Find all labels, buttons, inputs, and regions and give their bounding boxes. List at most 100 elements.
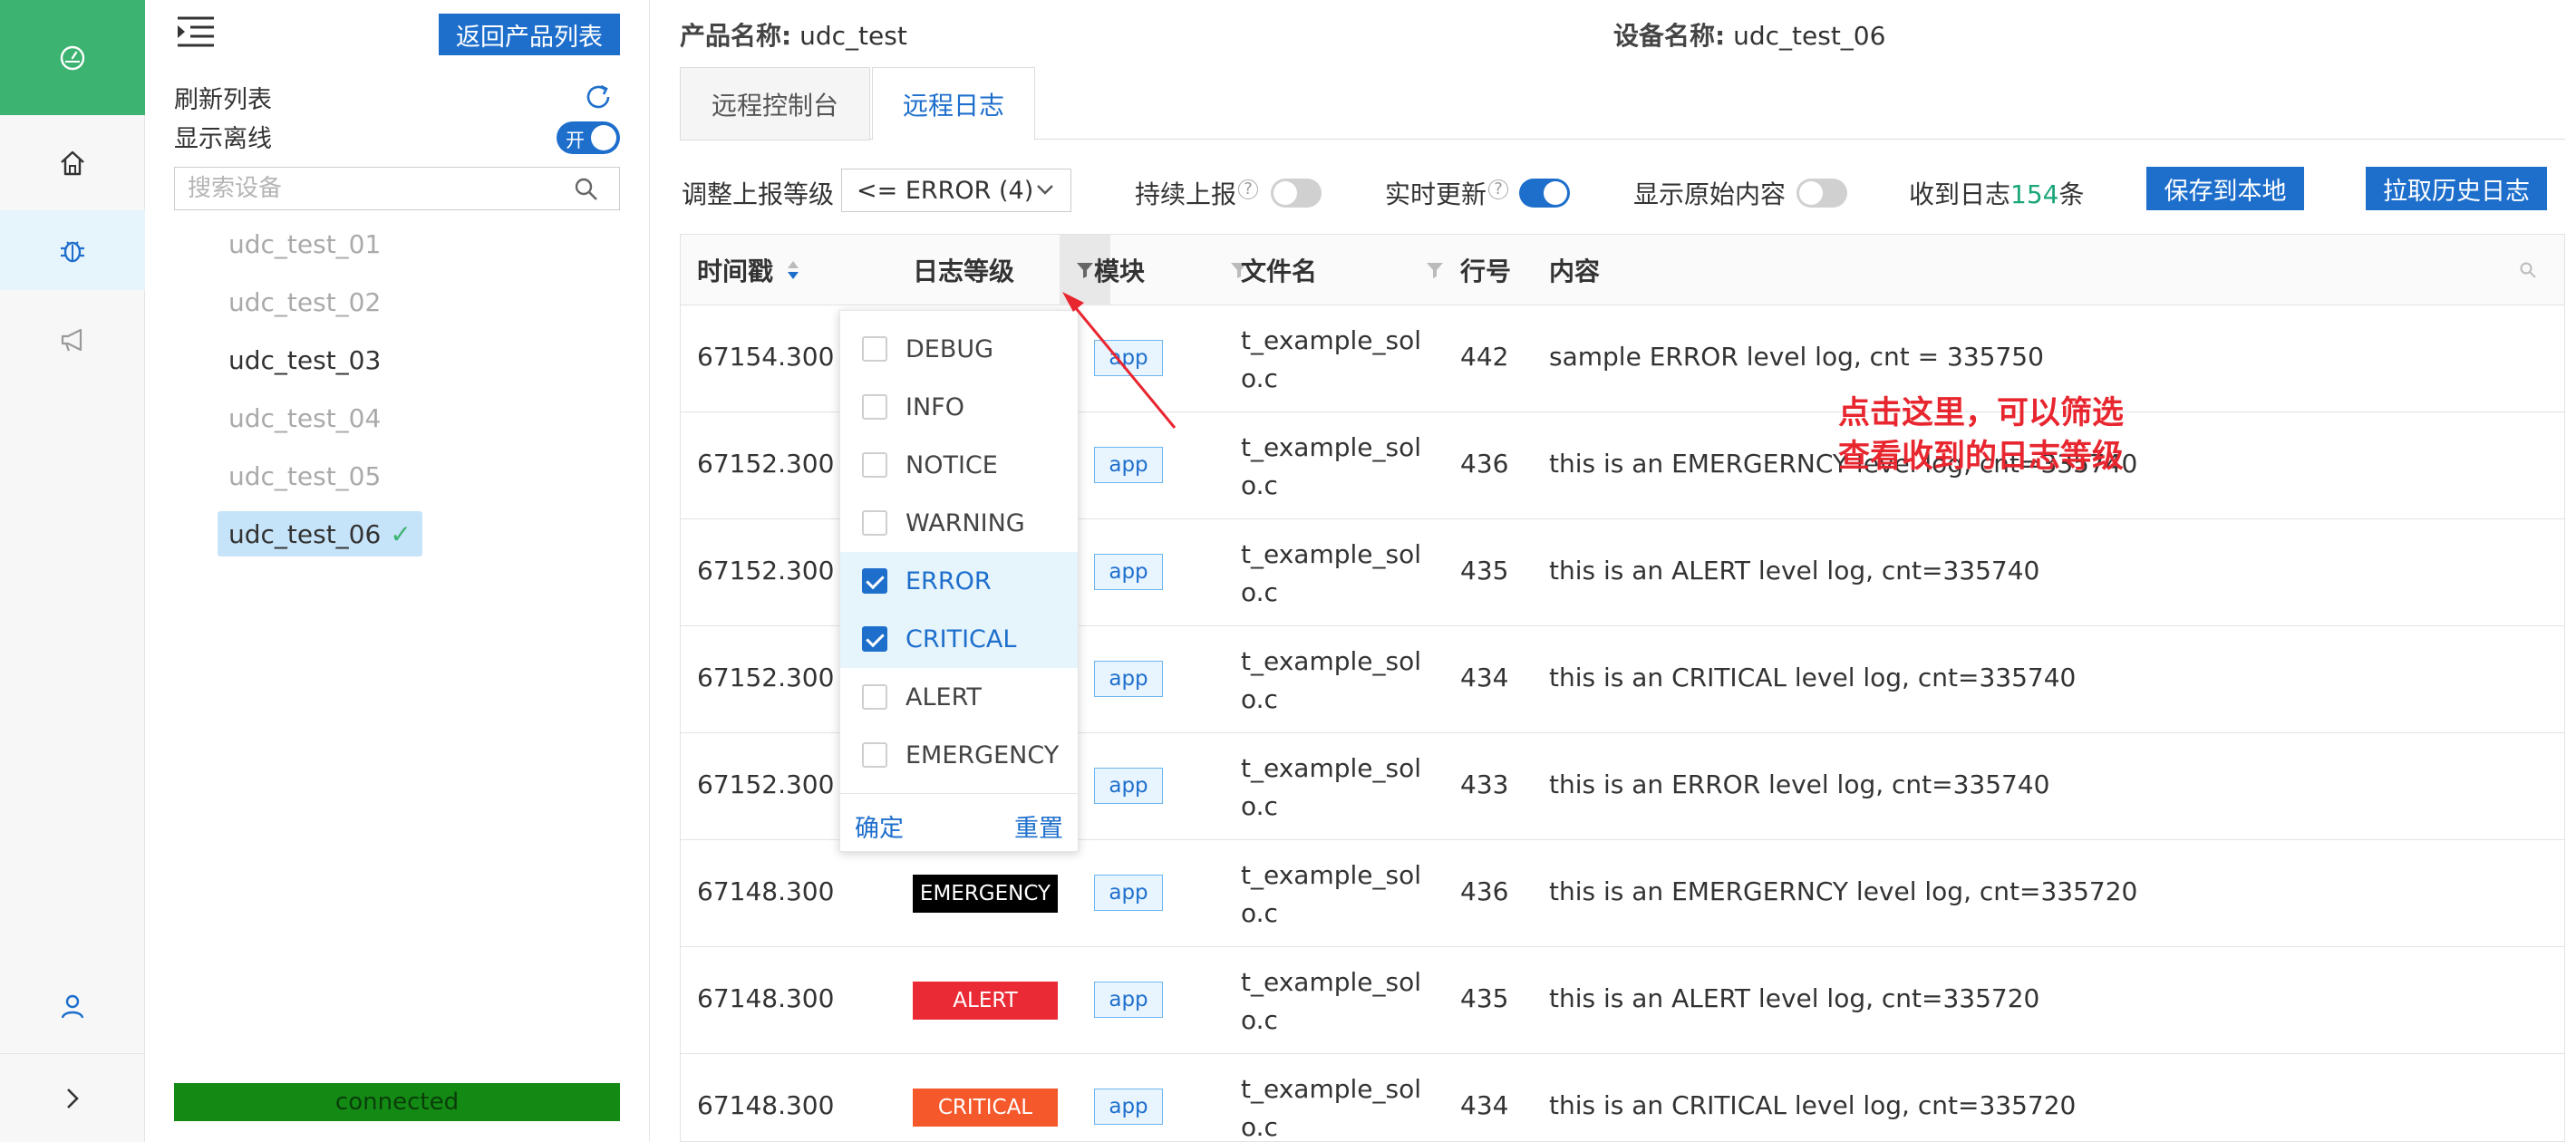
log-count-value: 154 [2010,179,2059,209]
filter-option[interactable]: EMERGENCY [840,726,1078,784]
filename-filter-button[interactable] [1417,235,1453,305]
help-icon[interactable]: ? [1238,179,1259,199]
cell-line: 436 [1460,449,1509,479]
cell-content: this is an ERROR level log, cnt=335740 [1549,769,2050,799]
filter-checkbox[interactable] [862,336,887,362]
device-item[interactable]: udc_test_02 [218,279,392,324]
device-panel: 返回产品列表 刷新列表 显示离线 开 udc_test_01 udc_test_… [145,0,650,1142]
cell-timestamp: 67148.300 [697,983,835,1013]
nav-user[interactable] [0,961,145,1051]
filter-option-label: EMERGENCY [905,740,1060,769]
cell-timestamp: 67152.300 [697,556,835,586]
nav-home[interactable] [0,118,145,208]
toggle-knob [1544,181,1567,205]
filter-option[interactable]: CRITICAL [840,610,1078,668]
module-tag: app [1094,1089,1163,1125]
level-badge: ALERT [913,982,1058,1020]
bug-icon [61,241,84,263]
realtime-update-toggle[interactable] [1519,179,1570,208]
table-row[interactable]: 67148.300 CRITICAL app t_example_solo.c 434 t… [681,1054,2564,1141]
nav-dashboard[interactable] [0,0,145,115]
filter-checkbox[interactable] [862,684,887,710]
device-item[interactable]: udc_test_05 [218,453,392,498]
filter-option[interactable]: INFO [840,378,1078,436]
cell-line: 435 [1460,983,1509,1013]
table-row[interactable]: 67148.300 EMERGENCY app t_example_solo.c 436… [681,840,2564,947]
filter-option-label: NOTICE [905,450,998,479]
log-count-prefix: 收到日志 [1909,179,2011,209]
cell-filename: t_example_solo.c [1241,646,1421,714]
filter-option[interactable]: WARNING [840,494,1078,552]
filter-checkbox[interactable] [862,742,887,768]
persist-report-toggle[interactable] [1271,179,1322,208]
refresh-list-label[interactable]: 刷新列表 [174,80,272,115]
toggle-knob [1273,181,1297,205]
show-raw-toggle[interactable] [1796,179,1847,208]
filter-confirm-button[interactable]: 确定 [855,808,904,844]
filter-option-label: INFO [905,392,964,421]
device-name: udc_test_01 [228,228,382,259]
device-value: udc_test_06 [1733,21,1886,51]
filter-checkbox[interactable] [862,452,887,478]
filter-checkbox[interactable] [862,568,887,594]
nav-debug[interactable] [0,210,145,290]
menu-collapse-icon[interactable] [176,15,216,49]
filter-checkbox[interactable] [862,394,887,420]
show-offline-label: 显示离线 [174,125,272,153]
device-item-selected[interactable]: udc_test_06 ✓ [218,511,422,556]
filter-option[interactable]: NOTICE [840,436,1078,494]
cell-content: this is an CRITICAL level log, cnt=33574… [1549,663,2077,692]
sort-icon[interactable] [786,259,800,281]
toggle-knob [1799,181,1823,205]
device-info: 设备名称: udc_test_06 [1613,16,1885,53]
cell-filename: t_example_solo.c [1241,325,1421,393]
persist-report-text: 持续上报 [1135,179,1237,209]
filter-option[interactable]: ERROR [840,552,1078,610]
back-to-products-button[interactable]: 返回产品列表 [439,14,620,55]
cell-timestamp: 67148.300 [697,1090,835,1120]
module-tag: app [1094,554,1163,590]
filter-reset-button[interactable]: 重置 [1014,808,1063,844]
persist-report-label: 持续上报? [1135,175,1259,211]
report-level-select[interactable]: <= ERROR (4) [841,169,1071,212]
column-header-filename: 文件名 [1241,256,1318,286]
device-item[interactable]: udc_test_04 [218,395,392,440]
annotation-text: 点击这里，可以筛选 查看收到的日志等级 [1838,392,2124,479]
product-value: udc_test [799,21,907,51]
device-search-input[interactable] [188,168,550,209]
content-search-button[interactable] [2510,235,2546,305]
help-icon[interactable]: ? [1488,179,1509,199]
tab-remote-log[interactable]: 远程日志 [872,67,1035,140]
save-local-button[interactable]: 保存到本地 [2146,167,2304,210]
device-name: udc_test_02 [228,286,382,317]
module-tag: app [1094,661,1163,697]
module-tag: app [1094,340,1163,376]
filter-option[interactable]: ALERT [840,668,1078,726]
device-search-box [174,167,620,210]
cell-timestamp: 67148.300 [697,876,835,906]
user-icon [61,994,84,1019]
device-item[interactable]: udc_test_03 [218,337,392,382]
search-icon[interactable] [574,177,599,202]
cell-content: this is an EMERGERNCY level log, cnt=335… [1549,876,2138,906]
expand-rail-button[interactable] [0,1053,145,1142]
device-item[interactable]: udc_test_01 [218,221,392,266]
column-header-content: 内容 [1549,256,1601,286]
filter-option-label: WARNING [905,508,1025,537]
tab-remote-console[interactable]: 远程控制台 [680,67,870,140]
filter-checkbox[interactable] [862,510,887,536]
nav-notice[interactable] [0,295,145,385]
table-row[interactable]: 67148.300 ALERT app t_example_solo.c 435 this… [681,947,2564,1054]
app-root: 返回产品列表 刷新列表 显示离线 开 udc_test_01 udc_test_… [0,0,2576,1142]
show-offline-toggle[interactable]: 开 [557,121,620,154]
product-info: 产品名称: udc_test [680,16,907,53]
column-header-timestamp[interactable]: 时间戳 [697,235,800,305]
fetch-history-button[interactable]: 拉取历史日志 [2366,167,2547,210]
filter-checkbox[interactable] [862,626,887,652]
refresh-icon[interactable] [583,82,614,112]
annotation-line: 点击这里，可以筛选 [1838,395,2125,431]
dashboard-icon [60,45,85,70]
chevron-down-icon [1037,185,1053,195]
filter-option[interactable]: DEBUG [840,320,1078,378]
cell-filename: t_example_solo.c [1241,967,1421,1035]
